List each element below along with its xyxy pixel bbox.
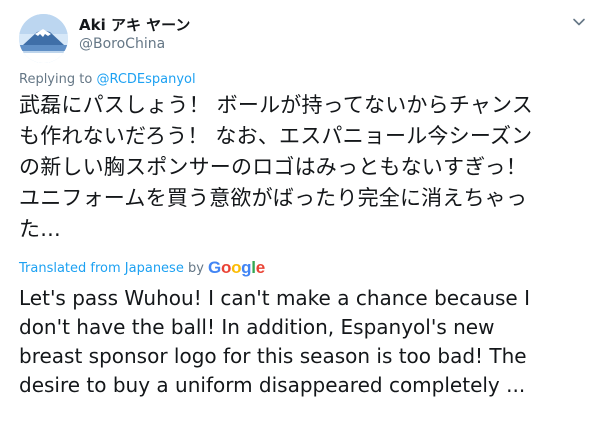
tweet-card: Aki アキ ヤーン @BoroChina Replying to @RCDEs…: [0, 0, 601, 422]
chevron-down-icon[interactable]: [571, 14, 587, 30]
google-logo-letter: g: [241, 258, 252, 277]
tweet-text-line: た...: [19, 217, 61, 241]
tweet-text: 武磊にパスしょう！ ボールが持ってないからチャンス も作れないだろう！ なお、エ…: [19, 90, 591, 245]
replying-to-label: Replying to: [19, 72, 97, 87]
google-logo-letter: o: [220, 258, 232, 277]
reply-target-link[interactable]: @RCDEspanyol: [96, 72, 195, 87]
translated-text: Let's pass Wuhou! I can't make a chance …: [19, 284, 594, 400]
translated-text-line: breast sponsor logo for this season is t…: [19, 344, 527, 368]
tweet-text-line: の新しい胸スポンサーのロゴはみっともないすぎっ！: [19, 155, 527, 179]
google-logo: Google: [208, 258, 265, 277]
google-logo-letter: o: [231, 258, 242, 277]
mount-fuji-avatar-icon: [19, 14, 68, 63]
google-logo-letter: G: [208, 258, 221, 277]
tweet-text-line: 武磊にパスしょう！ ボールが持ってないからチャンス: [19, 93, 533, 117]
user-handle[interactable]: @BoroChina: [79, 36, 165, 52]
translation-attribution: Translated from Japanese by Google: [19, 258, 265, 278]
translated-text-line: desire to buy a uniform disappeared comp…: [19, 373, 526, 397]
translated-by-label: by: [183, 261, 209, 276]
replying-to: Replying to @RCDEspanyol: [19, 72, 196, 87]
google-logo-letter: e: [255, 258, 265, 277]
tweet-text-line: も作れないだろう！ なお、エスパニョール今シーズン: [19, 124, 533, 148]
avatar[interactable]: [19, 14, 68, 63]
translated-text-line: Let's pass Wuhou! I can't make a chance …: [19, 286, 530, 310]
display-name[interactable]: Aki アキ ヤーン: [79, 14, 190, 35]
tweet-text-line: ユニフォームを買う意欲がばったり完全に消えちゃっ: [19, 186, 528, 210]
translated-text-line: don't have the ball! In addition, Espany…: [19, 315, 495, 339]
translated-from-link[interactable]: Translated from Japanese: [19, 261, 184, 276]
